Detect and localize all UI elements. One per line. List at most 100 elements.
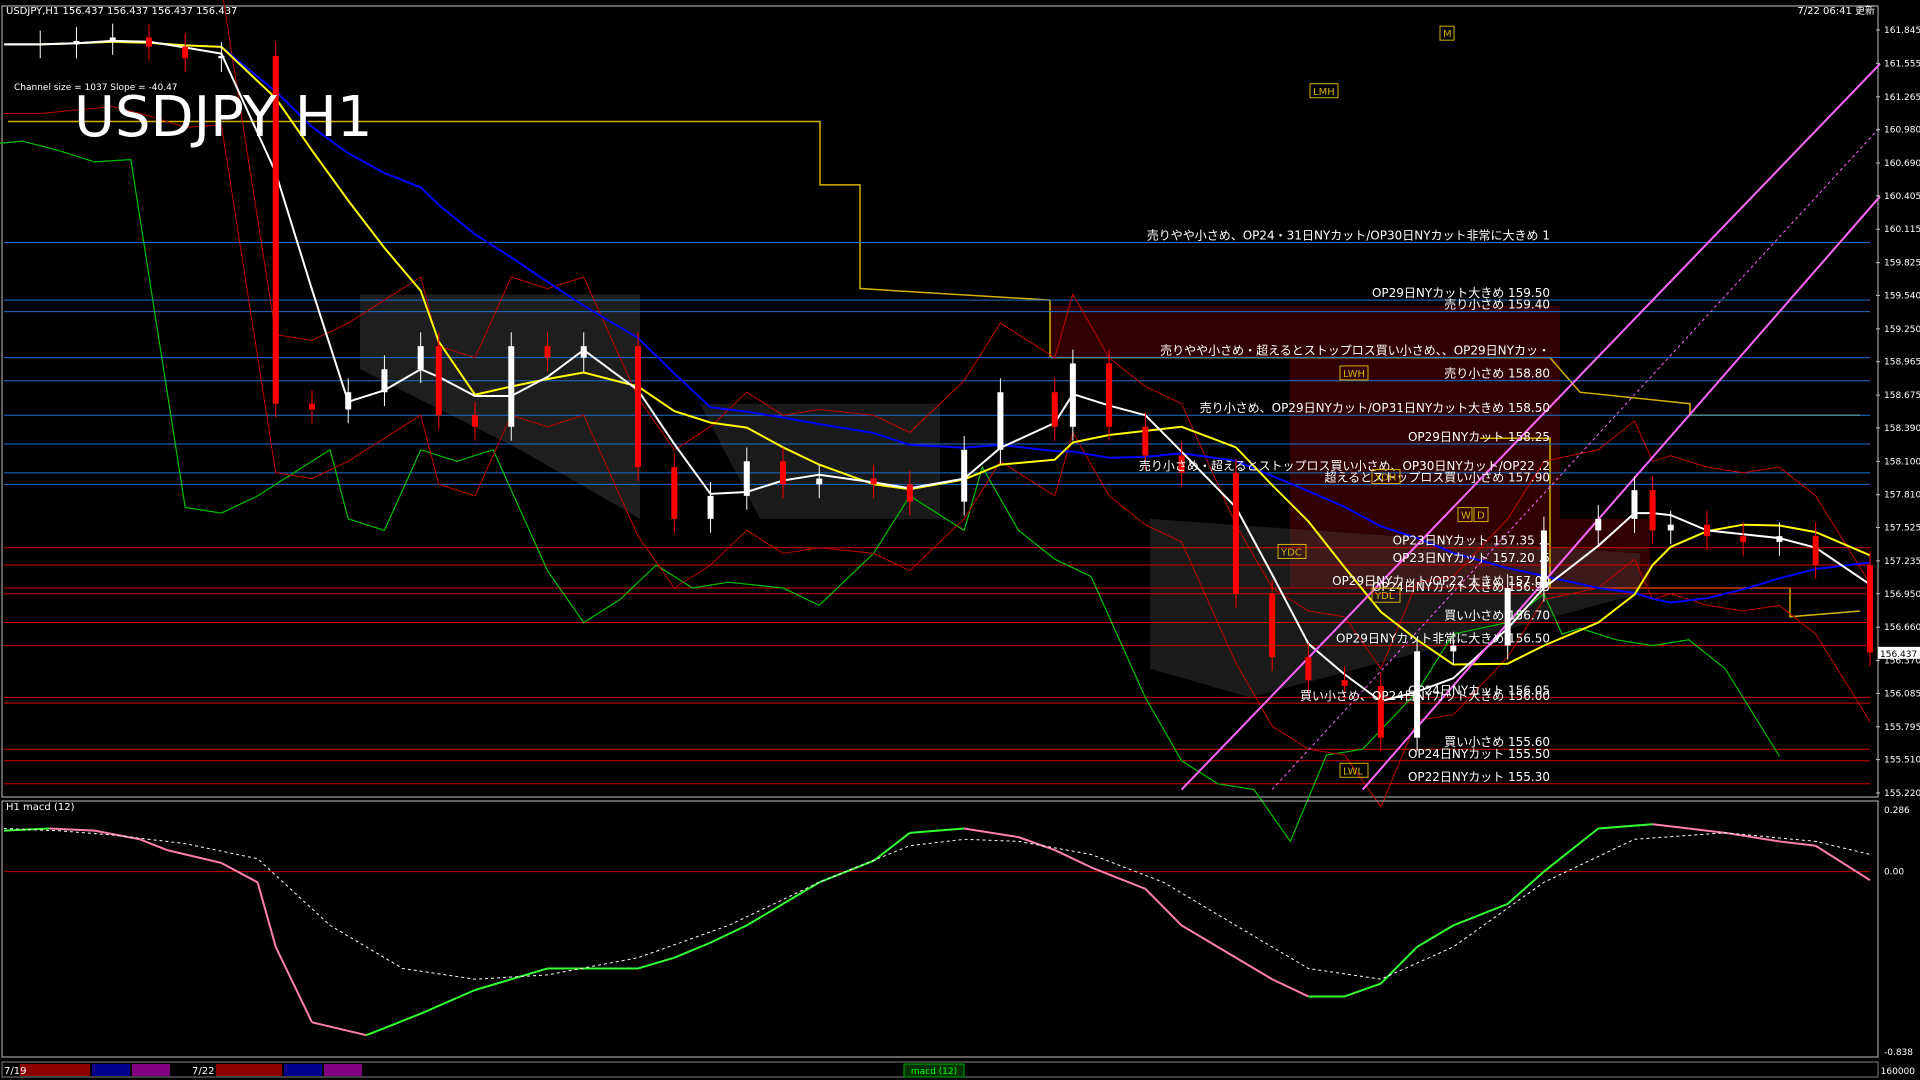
time-axis-bar: 7/19 7/22 macd (12) 160000 — [1, 1061, 1915, 1078]
level-tag-label: W — [1461, 511, 1471, 522]
level-label: OP23日NYカット 157.35 .1 — [1393, 534, 1550, 548]
candle-body — [997, 392, 1004, 450]
candle-body — [635, 346, 642, 468]
macd-title: H1 macd (12) — [6, 802, 75, 813]
candle-body — [381, 369, 388, 393]
level-tag-label: M — [1443, 29, 1452, 40]
chart-stage: 161.845 161.555 161.265 160.980 160.690 160.4… — [0, 0, 1920, 1080]
candle-body — [1667, 524, 1674, 531]
candle-body — [472, 415, 479, 427]
macd-tab-label: macd (12) — [911, 1067, 957, 1077]
candle-body — [37, 44, 44, 46]
price-tick-label: 157.235 — [1884, 557, 1920, 567]
level-label: 売りやや小さめ・超えるとストップロス買い小さめ、、OP29日NYカッ・ — [1160, 343, 1550, 358]
price-tick-label: 161.265 — [1884, 93, 1920, 103]
candle-body — [1051, 392, 1058, 427]
level-tag-label: YDH — [1374, 473, 1396, 484]
candle-body — [1269, 593, 1276, 658]
level-label: OP24日NYカット 155.50 — [1408, 747, 1550, 761]
price-tick-label: 157.525 — [1884, 524, 1920, 534]
candle-body — [308, 403, 315, 410]
candle-body — [1142, 426, 1149, 456]
candle-body — [73, 40, 80, 45]
session-block — [284, 1064, 322, 1076]
candle-body — [1305, 657, 1312, 681]
level-label: 超えるとストップロス買い小さめ 157.90 — [1325, 469, 1550, 484]
candle-body — [544, 346, 551, 358]
price-tick-label: 159.825 — [1884, 259, 1920, 269]
price-tick-label: 156.950 — [1884, 590, 1920, 600]
price-tick-label: 156.085 — [1884, 689, 1920, 699]
level-label: OP23日NYカット 157.20 .5 — [1393, 551, 1550, 565]
candle-body — [1776, 536, 1783, 542]
level-tag-label: LWL — [1343, 766, 1364, 777]
time-label-722: 7/22 — [192, 1066, 214, 1077]
price-tick-label: 160.690 — [1884, 159, 1920, 169]
macd-tick-label: 0.00 — [1884, 868, 1904, 878]
level-label: OP22日NYカット 155.30 — [1408, 770, 1550, 784]
price-tick-label: 158.100 — [1884, 457, 1920, 467]
candle-body — [435, 346, 442, 416]
candle-body — [671, 467, 678, 519]
candle-body — [1867, 564, 1873, 653]
time-label-719: 7/19 — [4, 1066, 26, 1077]
candle-body — [109, 37, 116, 41]
session-block — [132, 1064, 170, 1076]
candle-body — [1106, 363, 1113, 427]
level-tag-label: YDC — [1280, 547, 1302, 558]
level-label: 売り小さめ、OP29日NYカット/OP31日NYカット大きめ 158.50 — [1200, 400, 1550, 415]
level-label: 売り小さめ 159.40 — [1444, 297, 1550, 312]
candle-body — [1740, 536, 1747, 542]
candle-body — [1232, 472, 1239, 594]
candle-body — [961, 449, 968, 502]
level-label: OP24日NYカット大きめ 156.95 — [1372, 580, 1550, 594]
price-tick-label: 156.660 — [1884, 623, 1920, 633]
clock-readout: 7/22 06:41 更新 — [1797, 4, 1875, 17]
level-tag-label: YDL — [1374, 591, 1395, 602]
session-block — [216, 1064, 282, 1076]
candle-body — [1649, 490, 1656, 531]
candle-body — [707, 495, 714, 519]
level-tag-label: LWH — [1343, 369, 1365, 380]
price-tick-label: 159.250 — [1884, 325, 1920, 335]
price-tick-label: 160.980 — [1884, 126, 1920, 136]
price-tick-label: 161.555 — [1884, 59, 1920, 69]
level-label: 買い小さめ 156.70 — [1444, 609, 1550, 623]
symbol-info: USDJPY,H1 156.437 156.437 156.437 156.43… — [6, 6, 237, 17]
price-tick-label: 158.675 — [1884, 391, 1920, 401]
candle-body — [1703, 524, 1710, 537]
level-tag-label: D — [1477, 511, 1485, 522]
candle-body — [906, 484, 913, 502]
candle-body — [417, 346, 424, 370]
level-label: 買い小さめ、OP24日NYカット大きめ 156.00 — [1300, 689, 1550, 703]
level-label: OP29日NYカット非常に大きめ 156.50 — [1336, 632, 1550, 646]
price-tick-label: 161.845 — [1884, 26, 1920, 36]
session-block — [20, 1064, 90, 1076]
candle-body — [1341, 680, 1348, 686]
candle-body — [218, 55, 225, 59]
price-tick-label: 158.965 — [1884, 358, 1920, 368]
candle-body — [743, 461, 750, 496]
candle-body — [1631, 490, 1638, 519]
level-label: 売りやや小さめ、OP24・31日NYカット/OP30日NYカット非常に大きめ 1 — [1147, 227, 1550, 242]
price-tick-label: 160.405 — [1884, 192, 1920, 202]
level-label: OP29日NYカット 158.25 — [1408, 430, 1550, 444]
price-tick-label: 158.390 — [1884, 424, 1920, 434]
candle-body — [1069, 363, 1076, 427]
candle-body — [780, 461, 787, 485]
level-tag-label: LMH — [1313, 87, 1335, 98]
candle-body — [345, 392, 352, 410]
candle-body — [580, 346, 587, 358]
macd-tick-label: -0.838 — [1884, 1048, 1913, 1058]
session-block — [324, 1064, 362, 1076]
candle-body — [816, 478, 823, 485]
level-label: 売り小さめ 158.80 — [1444, 366, 1550, 381]
candle-body — [1450, 645, 1457, 652]
candle-body — [1595, 518, 1602, 531]
candle-body — [508, 346, 515, 427]
candle-body — [1812, 536, 1819, 565]
chart-big-title: USDJPY H1 — [74, 85, 372, 150]
price-tick-label: 160.115 — [1884, 225, 1920, 235]
price-tick-label: 155.510 — [1884, 756, 1920, 766]
price-tick-label: 155.795 — [1884, 723, 1920, 733]
